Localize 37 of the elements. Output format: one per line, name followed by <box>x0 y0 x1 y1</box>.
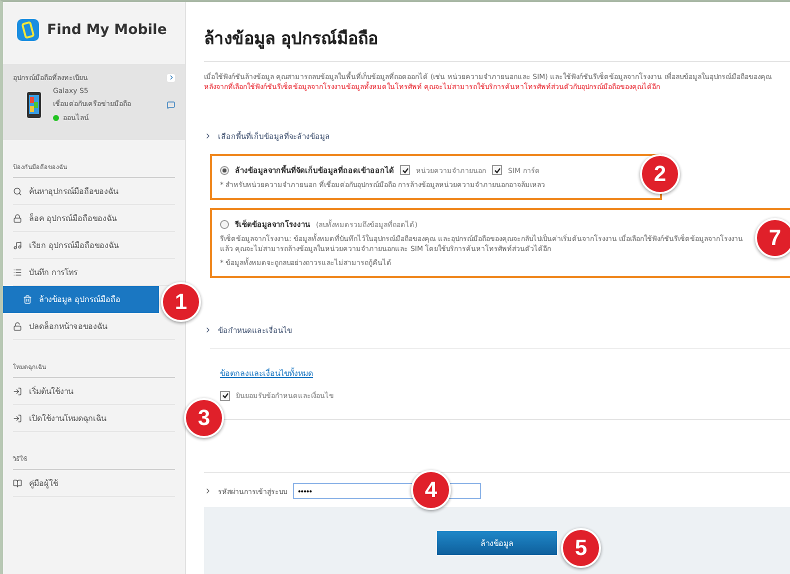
unlock-icon <box>13 322 22 330</box>
callout-number: 7 <box>755 218 790 258</box>
sidebar-item[interactable]: เริ่มต้นใช้งาน <box>13 378 175 405</box>
message-icon[interactable] <box>167 101 175 109</box>
sidebar-item[interactable]: ล็อค อุปกรณ์มือถือของฉัน <box>13 205 175 232</box>
exit-icon <box>13 386 22 396</box>
trash-icon <box>23 294 32 304</box>
sidebar-item[interactable]: เรียก อุปกรณ์มือถือของฉัน <box>13 232 175 259</box>
next-icon[interactable] <box>167 74 175 82</box>
sidebar-item[interactable]: ค้นหาอุปกรณ์มือถือของฉัน <box>13 178 175 205</box>
book-icon <box>13 478 22 488</box>
app-name: Find My Mobile <box>47 22 167 38</box>
search-icon <box>13 186 22 196</box>
exit-icon <box>13 414 22 422</box>
wipe-button[interactable]: ล้างข้อมูล <box>437 531 557 555</box>
radio-button[interactable] <box>220 220 229 228</box>
sidebar-item[interactable]: คู่มือผู้ใช้ <box>13 470 175 497</box>
callout-number: 2 <box>640 154 680 194</box>
phone-icon <box>27 92 41 118</box>
checkbox[interactable] <box>220 390 230 400</box>
lock-icon <box>13 214 22 222</box>
checkbox[interactable] <box>400 165 410 175</box>
sidebar-item[interactable]: เปิดใช้งานโหมดฉุกเฉิน <box>13 405 175 432</box>
checkbox[interactable] <box>492 165 502 175</box>
radio-button[interactable] <box>220 166 229 174</box>
page-title: ล้างข้อมูล อุปกรณ์มือถือ <box>204 24 790 62</box>
list-icon <box>13 268 22 276</box>
sidebar-item[interactable]: ล้างข้อมูล อุปกรณ์มือถือ <box>3 286 159 313</box>
terms-link[interactable]: ข้อตกลงและเงื่อนไขทั้งหมด <box>220 369 313 378</box>
callout-number: 1 <box>161 282 201 322</box>
app-logo-icon <box>17 19 39 41</box>
chevron-icon <box>204 326 212 334</box>
chevron-icon <box>204 487 212 495</box>
music-note-icon <box>13 240 22 250</box>
callout-number: 3 <box>184 398 224 438</box>
callout-number: 4 <box>411 470 451 510</box>
chevron-icon <box>204 132 212 140</box>
